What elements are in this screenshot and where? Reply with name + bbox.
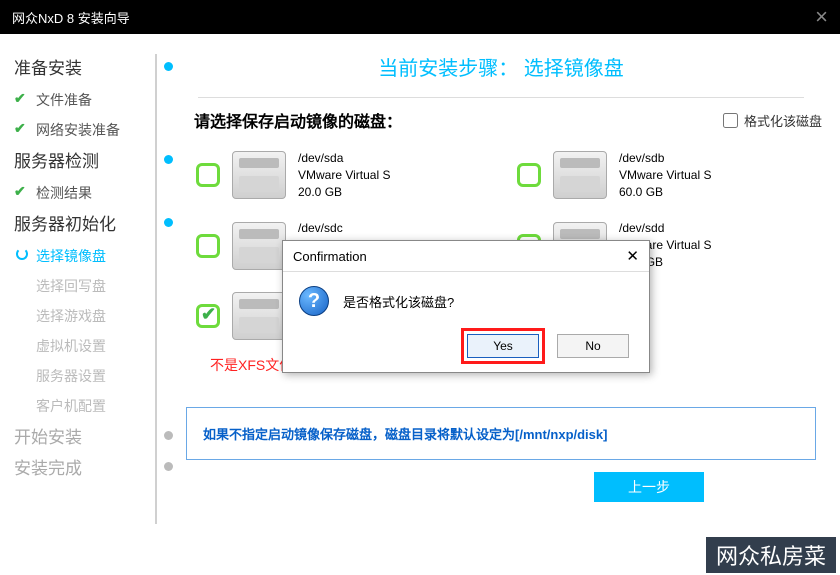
disk-size: 60.0 GB [619,184,711,201]
confirmation-dialog: Confirmation ✕ ? 是否格式化该磁盘? Yes No [282,240,650,373]
group-install-done: 安装完成 [14,454,170,479]
hard-disk-icon [232,222,286,270]
spinner-icon [16,248,28,260]
disk-model: VMware Virtual S [619,167,711,184]
hard-disk-icon [232,292,286,340]
group-prepare: 准备安装 [14,54,170,79]
disk-dev: /dev/sdb [619,150,711,167]
watermark: 网众私房菜 [706,537,836,573]
disk-dev: /dev/sda [298,150,390,167]
title-bar: 网众NxD 8 安装向导 × [0,0,840,34]
sidebar-item-client-config: 客户机配置 [14,391,170,421]
yes-button[interactable]: Yes [467,334,539,358]
disk-select-box[interactable] [517,163,541,187]
sidebar-item-network-prepare: ✔网络安装准备 [14,115,170,145]
dialog-message: 是否格式化该磁盘? [343,292,454,311]
sidebar-item-file-prepare: ✔文件准备 [14,85,170,115]
disk-info: /dev/sdaVMware Virtual S20.0 GB [298,150,390,200]
sidebar-item-mirror-disk: 选择镜像盘 [14,241,170,271]
step-header: 当前安装步骤： 选择镜像盘 [198,34,804,98]
disk-dev: /dev/sdd [619,220,711,237]
disk-select-box[interactable] [196,163,220,187]
hard-disk-icon [553,151,607,199]
dialog-titlebar: Confirmation ✕ [283,241,649,272]
disk-select-box[interactable] [196,304,220,328]
window-title: 网众NxD 8 安装向导 [12,8,130,27]
disk-select-box[interactable] [196,234,220,258]
disk-option[interactable]: /dev/sdaVMware Virtual S20.0 GB [180,140,501,210]
section-heading: 请选择保存启动镜像的磁盘： [180,108,723,132]
format-disk-input[interactable] [723,113,738,128]
sidebar-item-detect-result: ✔检测结果 [14,178,170,208]
check-icon: ✔ [14,183,26,200]
close-icon[interactable]: × [815,4,828,30]
disk-size: 20.0 GB [298,184,390,201]
hint-box: 如果不指定启动镜像保存磁盘，磁盘目录将默认设定为[/mnt/nxp/disk] [186,407,816,460]
hard-disk-icon [232,151,286,199]
dialog-title: Confirmation [293,249,626,264]
group-start-install: 开始安装 [14,423,170,448]
prev-button[interactable]: 上一步 [594,472,704,502]
group-init: 服务器初始化 [14,210,170,235]
dialog-close-icon[interactable]: ✕ [626,247,639,265]
sidebar-item-writeback-disk: 选择回写盘 [14,271,170,301]
disk-dev: /dev/sdc [298,220,390,237]
group-detect: 服务器检测 [14,147,170,172]
sidebar: 准备安装 ✔文件准备 ✔网络安装准备 服务器检测 ✔检测结果 服务器初始化 选择… [0,34,170,575]
sidebar-item-vm-settings: 虚拟机设置 [14,331,170,361]
check-icon: ✔ [14,90,26,107]
disk-option[interactable]: /dev/sdbVMware Virtual S60.0 GB [501,140,822,210]
format-disk-checkbox[interactable]: 格式化该磁盘 [723,111,822,130]
sidebar-item-server-settings: 服务器设置 [14,361,170,391]
check-icon: ✔ [14,120,26,137]
disk-model: VMware Virtual S [298,167,390,184]
no-button[interactable]: No [557,334,629,358]
sidebar-item-game-disk: 选择游戏盘 [14,301,170,331]
question-icon: ? [299,286,329,316]
disk-info: /dev/sdbVMware Virtual S60.0 GB [619,150,711,200]
